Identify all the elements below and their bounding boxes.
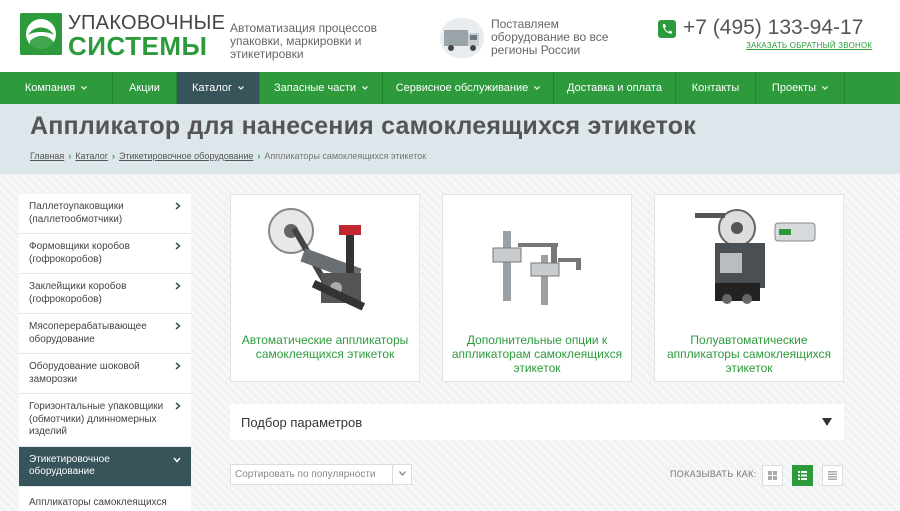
category-card-automatic-applicators[interactable]: Автоматические аппликаторы самоклеящихся… (230, 194, 420, 382)
category-card-semi-automatic-applicators[interactable]: Полуавтоматические аппликаторы самоклеящ… (654, 194, 844, 382)
card-caption: Дополнительные опции к аппликаторам само… (451, 333, 623, 375)
table-view-icon (828, 471, 837, 480)
breadcrumb-link-home[interactable]: Главная (30, 151, 64, 161)
nav-item-contacts[interactable]: Контакты (676, 72, 756, 104)
phone-number[interactable]: +7 (495) 133-94-17 (683, 16, 863, 40)
sidebar-item-horizontal-wrappers[interactable]: Горизонтальные упаковщики (обмотчики) дл… (19, 394, 191, 447)
chevron-right-icon (175, 242, 181, 250)
sort-value: Сортировать по популярности (235, 469, 376, 480)
site-header: УПАКОВОЧНЫЕ СИСТЕМЫ Автоматизация процес… (0, 0, 900, 72)
sidebar-item-label: Заклейщики коробов (гофрокоробов) (29, 281, 127, 305)
nav-item-delivery[interactable]: Доставка и оплата (554, 72, 676, 104)
nav-item-label: Акции (129, 82, 160, 94)
sidebar-subitem-label-applicators[interactable]: Аппликаторы самоклеящихся (19, 486, 191, 511)
sort-dropdown-button[interactable] (392, 465, 411, 484)
callback-link[interactable]: ЗАКАЗАТЬ ОБРАТНЫЙ ЗВОНОК (746, 41, 872, 50)
chevron-down-icon (362, 86, 368, 90)
breadcrumb: Главная › Каталог › Этикетировочное обор… (30, 151, 426, 161)
chevron-down-icon (238, 86, 244, 90)
chevron-right-icon (175, 322, 181, 330)
card-caption: Автоматические аппликаторы самоклеящихся… (241, 333, 409, 361)
parameter-filter-toggle[interactable]: Подбор параметров (230, 404, 844, 440)
breadcrumb-link-catalog[interactable]: Каталог (75, 151, 108, 161)
triangle-down-icon (822, 418, 832, 426)
sidebar-item-label: Мясоперерабатывающее оборудование (29, 321, 147, 345)
chevron-right-icon: › (111, 151, 115, 161)
phone-icon (658, 20, 676, 38)
nav-item-projects[interactable]: Проекты (756, 72, 845, 104)
nav-item-label: Проекты (771, 82, 817, 94)
nav-item-label: Компания (24, 82, 76, 94)
nav-item-spare-parts[interactable]: Запасные части (260, 72, 383, 104)
product-image (492, 231, 581, 305)
breadcrumb-current: Аппликаторы самоклеящихся этикеток (264, 151, 427, 161)
nav-item-label: Доставка и оплата (567, 82, 662, 94)
sidebar-item-label: Оборудование шоковой заморозки (29, 361, 140, 385)
page-title: Аппликатор для нанесения самоклеящихся э… (30, 112, 696, 140)
nav-item-service[interactable]: Сервисное обслуживание (383, 72, 554, 104)
delivery-text: Поставляем оборудование во все регионы Р… (491, 17, 609, 57)
chevron-right-icon: › (257, 151, 261, 161)
sidebar-item-label: Этикетировочное оборудование (29, 453, 110, 478)
sidebar-item-label: Горизонтальные упаковщики (обмотчики) дл… (29, 401, 164, 437)
sidebar-item-labeling-equipment[interactable]: Этикетировочное оборудование (19, 446, 191, 487)
breadcrumb-link-labeling[interactable]: Этикетировочное оборудование (119, 151, 253, 161)
logo-text-bottom: СИСТЕМЫ (68, 31, 208, 61)
sidebar-item-meat-processing[interactable]: Мясоперерабатывающее оборудование (19, 314, 191, 354)
nav-item-label: Запасные части (273, 82, 357, 94)
chevron-down-icon (81, 86, 88, 90)
sidebar: Паллетоупаковщики (паллетообмотчики) Фор… (19, 194, 191, 511)
chevron-right-icon (175, 202, 181, 210)
chevron-down-icon (822, 86, 828, 90)
nav-item-catalog[interactable]: Каталог (177, 72, 260, 104)
product-image (268, 208, 366, 311)
title-bar: Аппликатор для нанесения самоклеящихся э… (0, 104, 900, 174)
nav-item-promotions[interactable]: Акции (113, 72, 177, 104)
main-content: Паллетоупаковщики (паллетообмотчики) Фор… (0, 174, 900, 511)
view-grid-button[interactable] (762, 465, 783, 486)
product-image (695, 209, 816, 304)
truck-icon (440, 18, 484, 58)
filter-label: Подбор параметров (241, 415, 363, 430)
category-card-applicator-options[interactable]: Дополнительные опции к аппликаторам само… (442, 194, 632, 382)
card-caption: Полуавтоматические аппликаторы самоклеящ… (666, 333, 832, 375)
nav-item-label: Каталог (192, 82, 232, 94)
view-mode-label: ПОКАЗЫВАТЬ КАК: (670, 469, 757, 479)
view-table-button[interactable] (822, 465, 843, 486)
chevron-right-icon: › (68, 151, 72, 161)
sidebar-item-box-formers[interactable]: Формовщики коробов (гофрокоробов) (19, 234, 191, 274)
logo-icon (20, 13, 62, 55)
sidebar-item-label: Паллетоупаковщики (паллетообмотчики) (29, 201, 124, 225)
nav-item-label: Сервисное обслуживание (395, 82, 529, 94)
sidebar-item-shock-freezing[interactable]: Оборудование шоковой заморозки (19, 354, 191, 394)
chevron-right-icon (175, 402, 181, 410)
nav-item-company[interactable]: Компания (0, 72, 113, 104)
grid-view-icon (768, 471, 777, 480)
sidebar-item-label: Формовщики коробов (гофрокоробов) (29, 241, 130, 265)
list-view-icon (798, 471, 807, 480)
chevron-right-icon (175, 282, 181, 290)
logo[interactable]: УПАКОВОЧНЫЕ СИСТЕМЫ (20, 12, 225, 61)
tagline: Автоматизация процессов упаковки, маркир… (230, 21, 378, 61)
sidebar-item-box-sealers[interactable]: Заклейщики коробов (гофрокоробов) (19, 274, 191, 314)
sidebar-item-label: Аппликаторы самоклеящихся (29, 496, 167, 508)
chevron-down-icon (534, 86, 541, 90)
main-nav: Компания Акции Каталог Запасные части Се… (0, 72, 900, 104)
chevron-down-icon (173, 457, 181, 463)
sidebar-item-pallet-wrappers[interactable]: Паллетоупаковщики (паллетообмотчики) (19, 194, 191, 234)
view-list-button[interactable] (792, 465, 813, 486)
chevron-down-icon (398, 471, 406, 476)
chevron-right-icon (175, 362, 181, 370)
sort-select[interactable]: Сортировать по популярности (230, 464, 412, 485)
nav-item-label: Контакты (691, 82, 740, 94)
